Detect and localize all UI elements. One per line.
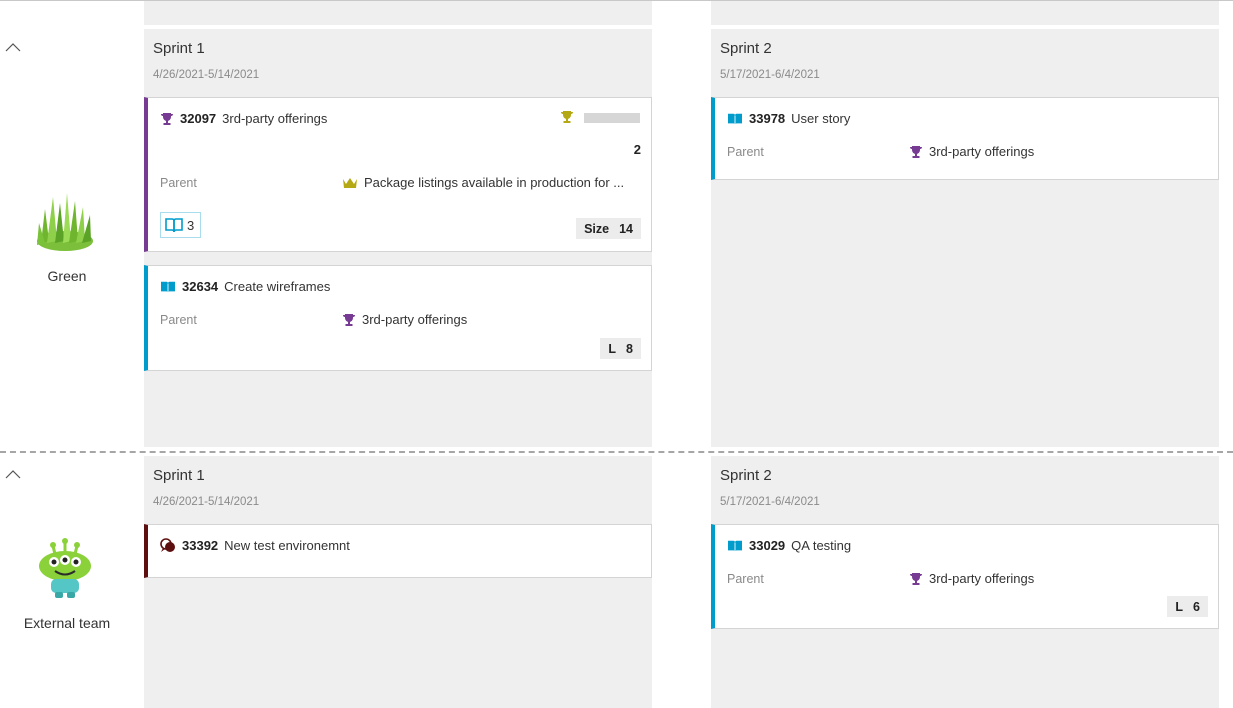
- progress-value: 2: [633, 142, 641, 157]
- size-label: L: [608, 341, 617, 356]
- alien-icon: [39, 538, 91, 598]
- work-item-card[interactable]: 32097 3rd-party offerings 2 Parent Packa…: [144, 97, 652, 252]
- work-item-card[interactable]: 32634 Create wireframes Parent 3rd-party…: [144, 265, 652, 371]
- parent-value: 3rd-party offerings: [362, 312, 468, 327]
- work-item-id: 33392: [182, 538, 219, 553]
- size-value: 8: [626, 341, 633, 356]
- child-count: 3: [187, 217, 195, 233]
- size-label: L: [1175, 599, 1184, 614]
- parent-label: Parent: [727, 572, 764, 586]
- size-value: 6: [1193, 599, 1200, 614]
- book-icon: [728, 113, 742, 125]
- collapse-chevron-icon[interactable]: [4, 39, 22, 57]
- sprint-title: Sprint 1: [153, 40, 205, 57]
- lane-divider: [0, 451, 1233, 453]
- work-item-id: 32097: [180, 111, 217, 126]
- size-label: Size: [584, 221, 610, 236]
- work-item-id: 33978: [749, 111, 786, 126]
- work-item-title[interactable]: Create wireframes: [224, 279, 330, 294]
- parent-link[interactable]: Package listings available in production…: [342, 175, 642, 190]
- size-field: L 8: [600, 338, 641, 359]
- work-item-title[interactable]: QA testing: [791, 538, 851, 553]
- sprint-dates: 5/17/2021-6/4/2021: [720, 496, 820, 508]
- trophy-icon: [910, 572, 922, 585]
- work-item-id: 32634: [182, 279, 219, 294]
- parent-value: 3rd-party offerings: [929, 144, 1035, 159]
- work-item-card[interactable]: 33029 QA testing Parent 3rd-party offeri…: [711, 524, 1219, 629]
- work-item-title[interactable]: User story: [791, 111, 850, 126]
- sprint-column: Sprint 2 5/17/2021-6/4/2021 33978 User s…: [711, 29, 1219, 447]
- parent-link[interactable]: 3rd-party offerings: [909, 571, 1209, 586]
- parent-value: 3rd-party offerings: [929, 571, 1035, 586]
- previous-lane-column-strip: [711, 1, 1219, 25]
- trophy-icon: [910, 145, 922, 158]
- parent-link[interactable]: 3rd-party offerings: [342, 312, 642, 327]
- lane-header: External team: [0, 456, 134, 708]
- work-item-id: 33029: [749, 538, 786, 553]
- team-name: Green: [47, 268, 87, 284]
- crown-icon: [343, 177, 357, 188]
- sprint-dates: 4/26/2021-5/14/2021: [153, 496, 260, 508]
- previous-lane-column-strip: [144, 1, 652, 25]
- sprint-column: Sprint 1 4/26/2021-5/14/2021 32097 3rd-p…: [144, 29, 652, 447]
- sprint-title: Sprint 2: [720, 40, 772, 57]
- parent-label: Parent: [727, 145, 764, 159]
- book-icon: [161, 281, 175, 293]
- size-field: Size 14: [576, 218, 641, 239]
- book-icon: [728, 540, 742, 552]
- child-items-badge[interactable]: 3: [160, 212, 201, 238]
- sprint-dates: 5/17/2021-6/4/2021: [720, 69, 820, 81]
- sprint-title: Sprint 2: [720, 467, 772, 484]
- parent-label: Parent: [160, 176, 197, 190]
- lane-header: Green: [0, 29, 134, 447]
- work-item-title[interactable]: 3rd-party offerings: [222, 111, 327, 126]
- team-name: External team: [23, 615, 111, 631]
- trophy-icon: [161, 112, 173, 125]
- sprint-dates: 4/26/2021-5/14/2021: [153, 69, 260, 81]
- size-value: 14: [619, 221, 633, 236]
- collapse-chevron-icon[interactable]: [4, 466, 22, 484]
- sprint-column: Sprint 2 5/17/2021-6/4/2021 33029 QA tes…: [711, 456, 1219, 708]
- swimlane-green: Green Sprint 1 4/26/2021-5/14/2021 32097…: [0, 29, 1233, 447]
- work-item-card[interactable]: 33978 User story Parent 3rd-party offeri…: [711, 97, 1219, 180]
- work-item-card[interactable]: 33392 New test environemnt: [144, 524, 652, 578]
- parent-label: Parent: [160, 313, 197, 327]
- trophy-icon: [343, 313, 355, 326]
- size-field: L 6: [1167, 596, 1208, 617]
- grass-icon: [37, 193, 93, 251]
- trophy-icon: [561, 111, 573, 123]
- issue-icon: [160, 538, 175, 552]
- sprint-column: Sprint 1 4/26/2021-5/14/2021 33392 New t…: [144, 456, 652, 708]
- sprint-title: Sprint 1: [153, 467, 205, 484]
- parent-value: Package listings available in production…: [364, 175, 625, 190]
- book-icon: [165, 218, 183, 233]
- work-item-title[interactable]: New test environemnt: [224, 538, 350, 553]
- swimlane-external-team: External team Sprint 1 4/26/2021-5/14/20…: [0, 456, 1233, 708]
- progress-bar: [584, 113, 640, 123]
- parent-link[interactable]: 3rd-party offerings: [909, 144, 1209, 159]
